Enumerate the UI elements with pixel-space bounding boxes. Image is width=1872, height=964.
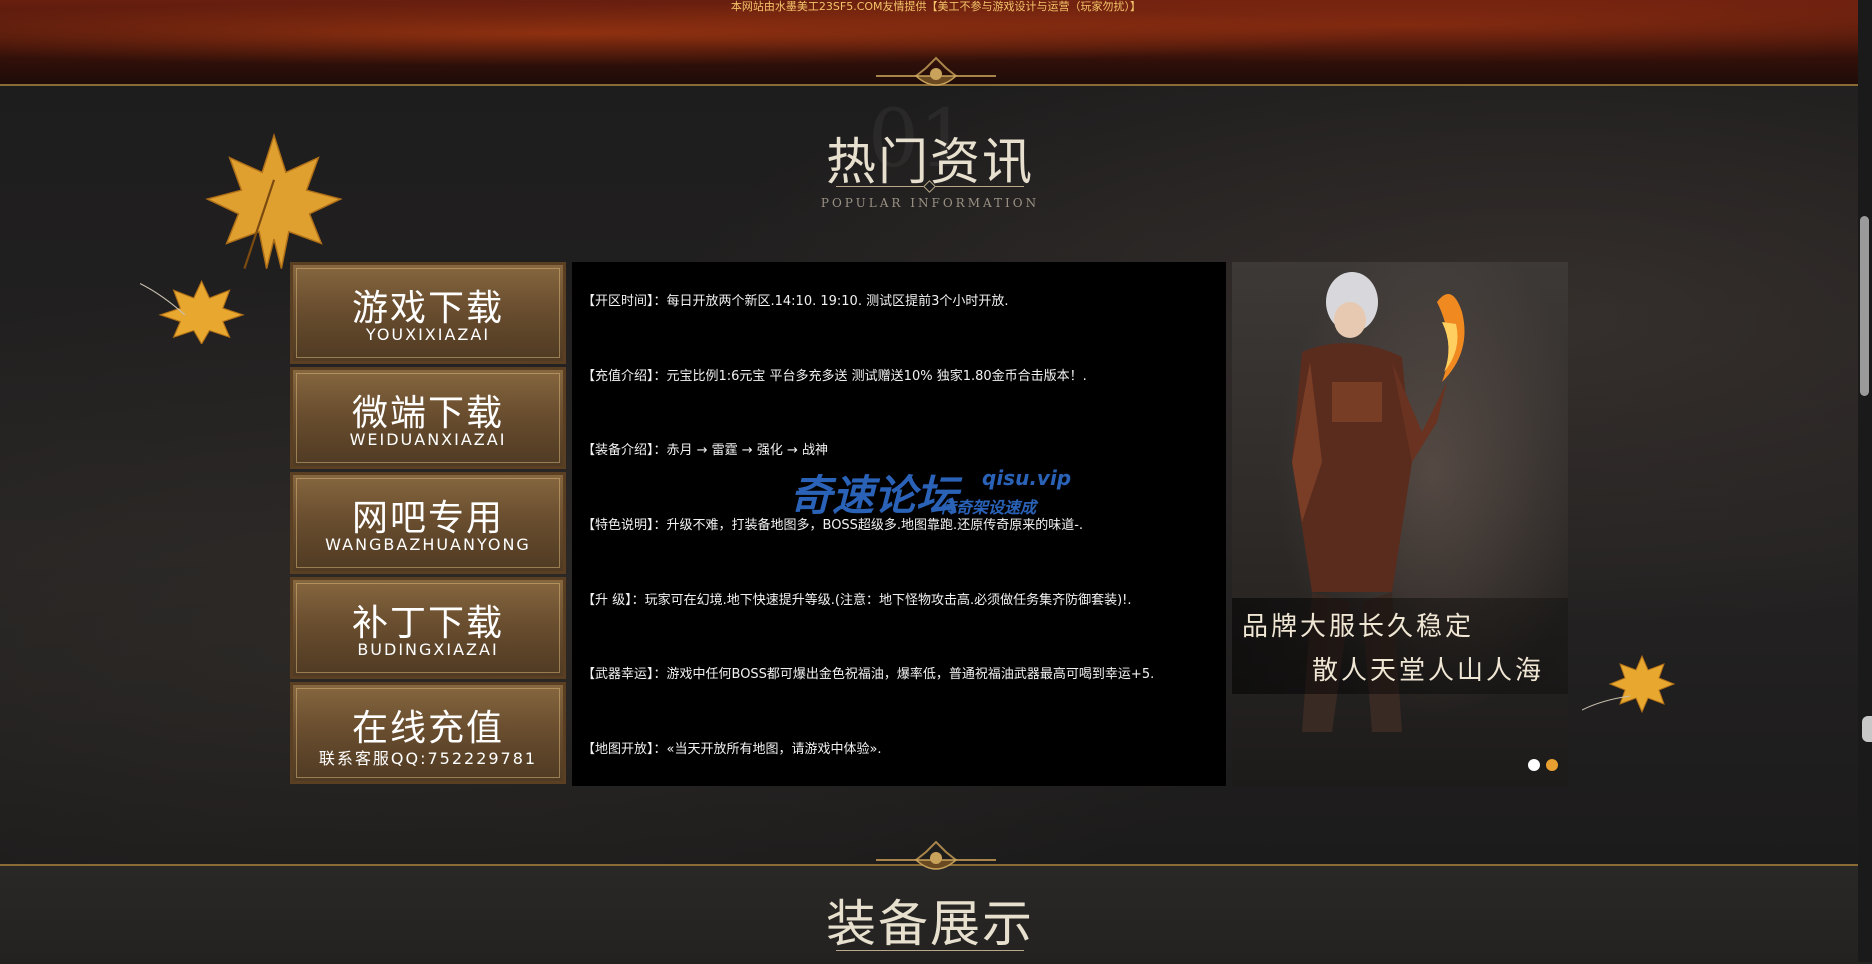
nav-button-subtitle: BUDINGXIAZAI — [357, 640, 499, 659]
nav-button-title: 微端下载 — [351, 393, 504, 434]
maple-leaf-icon — [1582, 654, 1676, 714]
maple-leaf-icon — [140, 279, 245, 344]
title-divider — [836, 950, 1024, 951]
nav-button-subtitle: WEIDUANXIAZAI — [349, 430, 507, 449]
internet-cafe-button[interactable]: 网吧专用 WANGBAZHUANYONG — [290, 472, 566, 574]
nav-button-subtitle: YOUXIXIAZAI — [365, 325, 491, 344]
watermark-url: qisu.vip — [982, 466, 1072, 490]
side-float-tab[interactable] — [1862, 716, 1872, 742]
nav-button-title: 补丁下载 — [351, 603, 504, 644]
nav-button-title: 游戏下载 — [351, 288, 504, 329]
info-row-equipment: 【装备介绍】：赤月 → 雷霆 → 强化 → 战神 — [582, 443, 828, 458]
info-row-recharge: 【充值介绍】：元宝比例1:6元宝 平台多充多送 测试赠送10% 独家1.80金币… — [582, 369, 1087, 384]
nav-button-column: 游戏下载 YOUXIXIAZAI 微端下载 WEIDUANXIAZAI 网吧专用… — [290, 262, 566, 787]
watermark-logo: 奇速论坛 qisu.vip 传奇架设速成 — [790, 462, 1090, 522]
maple-leaf-icon — [205, 132, 343, 269]
crest-ornament-icon — [876, 56, 996, 86]
watermark-sub: 传奇架设速成 — [940, 498, 1037, 517]
banner-notice: 本网站由水墨美工23SF5.COM友情提供【美工不参与游戏设计与运营（玩家勿扰）… — [730, 0, 1142, 13]
slider-dot-2[interactable] — [1546, 759, 1558, 771]
scrollbar-thumb[interactable] — [1860, 216, 1869, 396]
game-download-button[interactable]: 游戏下载 YOUXIXIAZAI — [290, 262, 566, 364]
section-subtitle: POPULAR INFORMATION — [820, 196, 1040, 210]
watermark-main: 奇速论坛 — [790, 471, 959, 520]
nav-button-title: 网吧专用 — [351, 498, 504, 539]
nav-button-title: 在线充值 — [351, 708, 504, 749]
online-recharge-button[interactable]: 在线充值 联系客服QQ:752229781 — [290, 682, 566, 784]
nav-button-subtitle: WANGBAZHUANYONG — [325, 535, 531, 554]
promo-slogan-1: 品牌大服长久稳定 — [1242, 612, 1475, 642]
equipment-title: 装备展示 — [826, 895, 1034, 953]
patch-download-button[interactable]: 补丁下载 BUDINGXIAZAI — [290, 577, 566, 679]
crest-ornament-icon — [876, 840, 996, 870]
info-panel: 【开区时间】：每日开放两个新区.14:10. 19:10. 测试区提前3个小时开… — [572, 262, 1226, 786]
promo-slogan-2: 散人天堂人山人海 — [1312, 656, 1545, 686]
info-row-maps: 【地图开放】：«当天开放所有地图，请游戏中体验». — [582, 742, 882, 757]
info-row-weapon-luck: 【武器幸运】：游戏中任何BOSS都可爆出金色祝福油，爆率低，普通祝福油武器最高可… — [582, 667, 1155, 682]
warrior-character-image — [1292, 272, 1465, 732]
promo-slider[interactable]: 品牌大服长久稳定 散人天堂人山人海 — [1232, 262, 1568, 786]
scrollbar-track[interactable] — [1858, 0, 1872, 962]
micro-client-download-button[interactable]: 微端下载 WEIDUANXIAZAI — [290, 367, 566, 469]
info-row-open-time: 【开区时间】：每日开放两个新区.14:10. 19:10. 测试区提前3个小时开… — [582, 294, 1009, 309]
info-row-leveling: 【升 级】：玩家可在幻境.地下快速提升等级.(注意：地下怪物攻击高.必须做任务集… — [582, 593, 1132, 608]
nav-button-subtitle: 联系客服QQ:752229781 — [318, 749, 538, 768]
slider-dot-1[interactable] — [1528, 759, 1540, 771]
